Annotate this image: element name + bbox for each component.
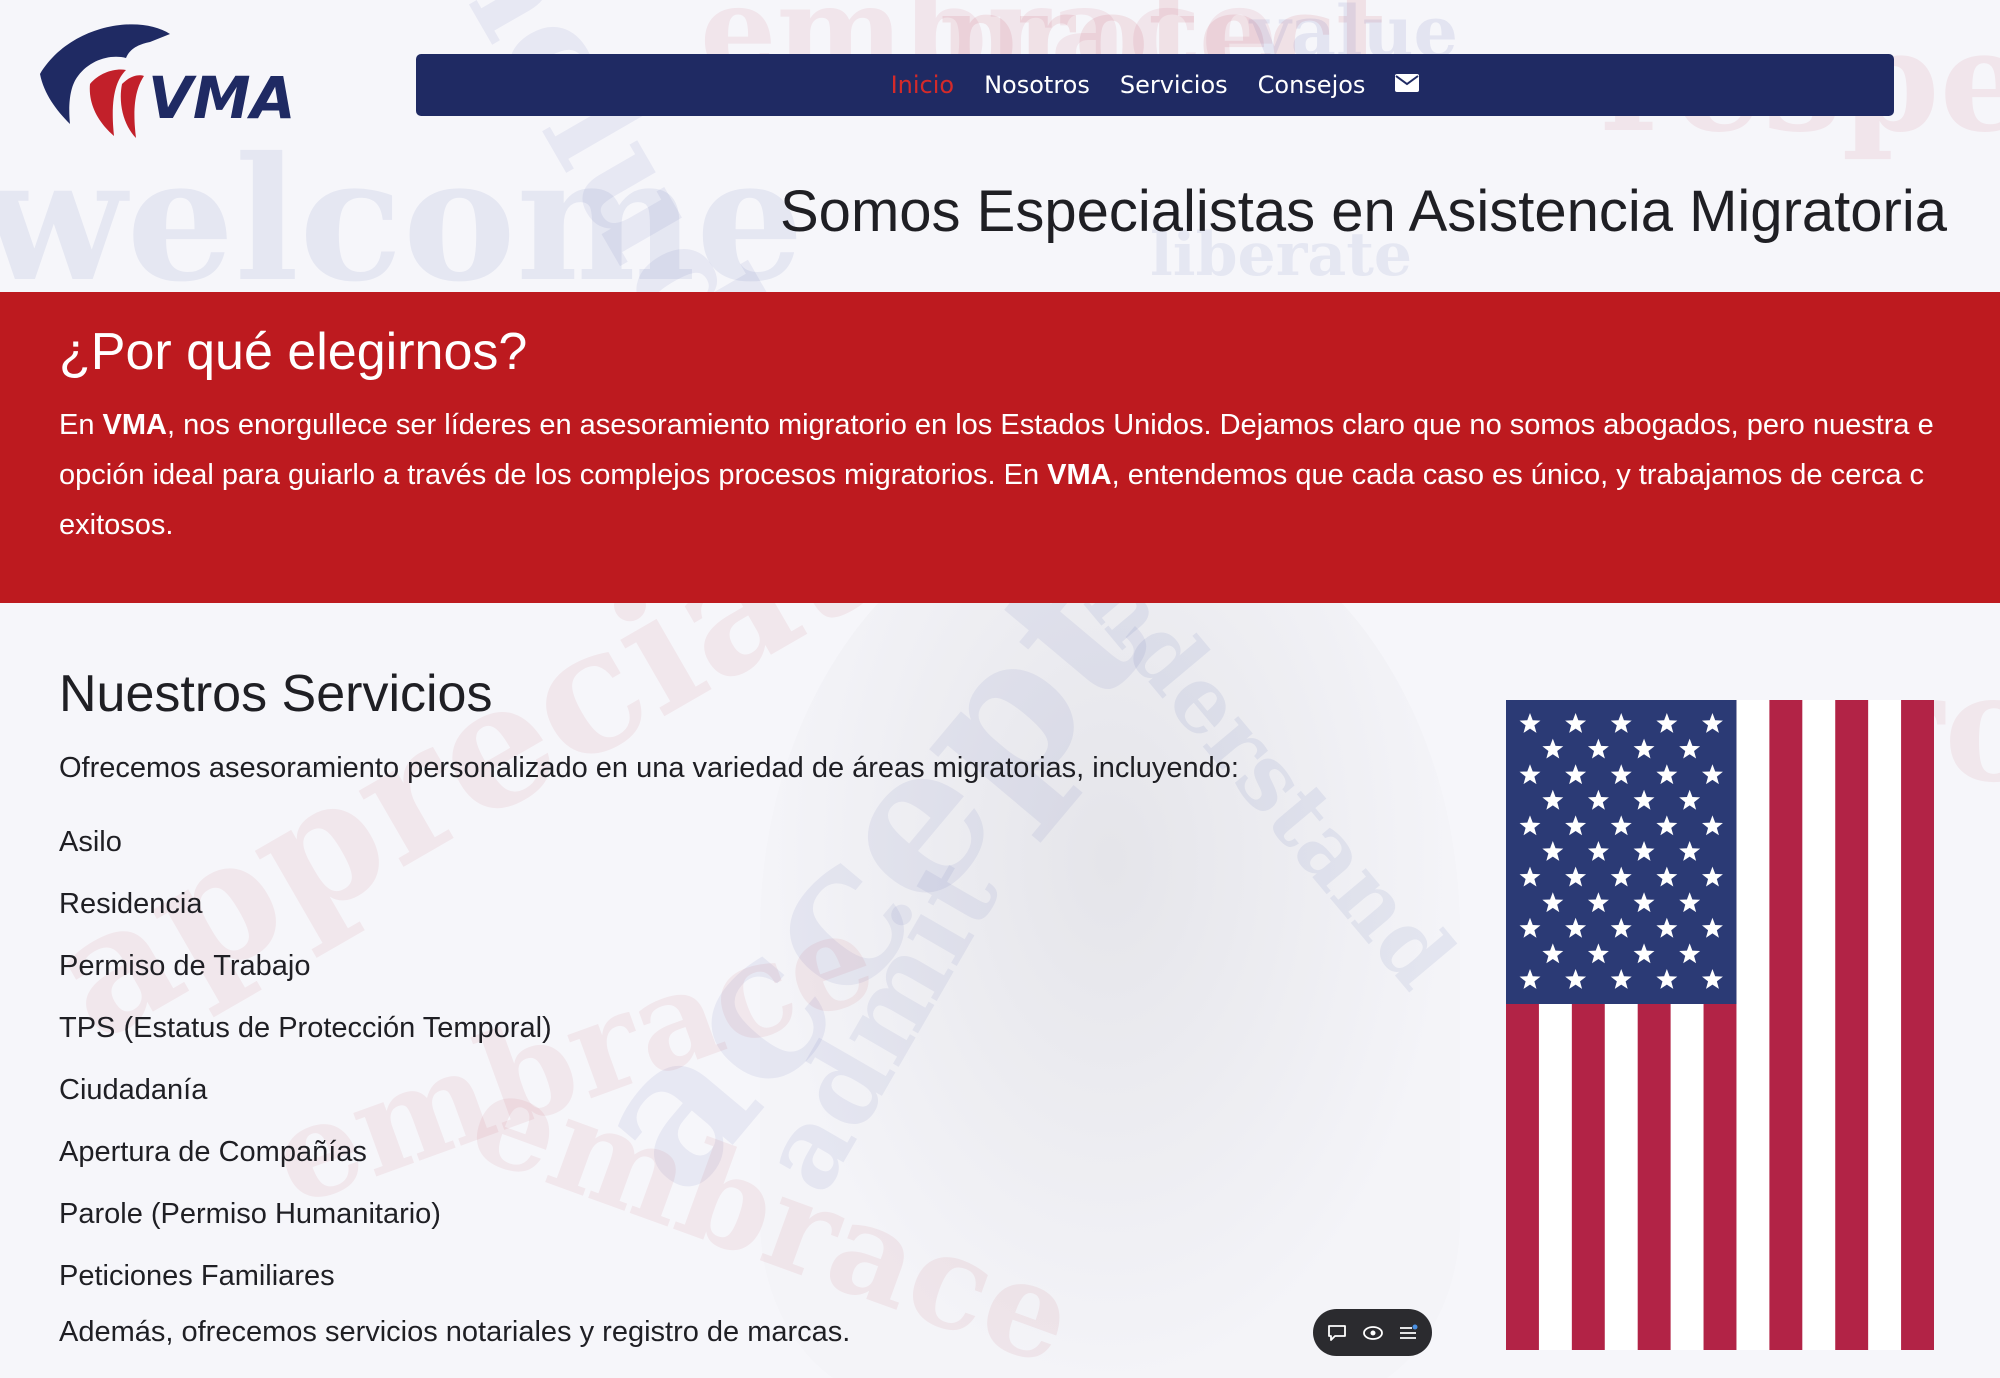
- text: En: [59, 409, 103, 441]
- text: opción ideal para guiarlo a través de lo…: [59, 459, 1048, 491]
- nav-item-nosotros[interactable]: Nosotros: [984, 71, 1090, 99]
- flag-stripe: [1769, 700, 1803, 1350]
- why-line-3: exitosos.: [59, 509, 174, 541]
- vma-logo[interactable]: VMA: [30, 14, 340, 154]
- why-line-2: opción ideal para guiarlo a través de lo…: [59, 450, 2000, 500]
- statue-of-liberty-image: [760, 500, 1460, 1378]
- service-item-apertura-companias: Apertura de Compañías: [59, 1136, 367, 1168]
- svg-text:VMA: VMA: [148, 64, 296, 132]
- services-intro: Ofrecemos asesoramiento personalizado en…: [59, 752, 1239, 784]
- nav-item-servicios[interactable]: Servicios: [1120, 71, 1228, 99]
- page-title: Somos Especialistas en Asistencia Migrat…: [780, 179, 1947, 244]
- why-line-1: En VMA, nos enorgullece ser líderes en a…: [59, 400, 2000, 450]
- bg-word: admit: [733, 837, 1024, 1212]
- chat-icon[interactable]: [1326, 1322, 1348, 1344]
- service-item-peticiones-familiares: Peticiones Familiares: [59, 1260, 335, 1292]
- envelope-icon[interactable]: [1395, 71, 1420, 99]
- services-heading: Nuestros Servicios: [59, 665, 493, 723]
- service-item-parole: Parole (Permiso Humanitario): [59, 1198, 441, 1230]
- main-navbar: Inicio Nosotros Servicios Consejos: [416, 54, 1894, 116]
- service-item-residencia: Residencia: [59, 888, 203, 920]
- nav-item-inicio[interactable]: Inicio: [891, 71, 955, 99]
- services-list: Asilo Residencia Permiso de Trabajo TPS …: [59, 820, 552, 1316]
- text: , entendemos que cada caso es único, y t…: [1111, 459, 1925, 491]
- flag-stripe: [1901, 700, 1934, 1350]
- flag-canton: [1506, 700, 1737, 1004]
- nav-item-consejos[interactable]: Consejos: [1258, 71, 1366, 99]
- us-flag-image: [1506, 700, 1934, 1350]
- brand-emphasis: VMA: [102, 409, 167, 441]
- why-paragraph: En VMA, nos enorgullece ser líderes en a…: [59, 400, 2000, 550]
- service-item-tps: TPS (Estatus de Protección Temporal): [59, 1012, 552, 1044]
- why-choose-us-section: ¿Por qué elegirnos? En VMA, nos enorgull…: [0, 292, 2000, 603]
- services-section: Nuestros Servicios Ofrecemos asesoramien…: [59, 664, 1239, 1348]
- eye-icon[interactable]: [1362, 1322, 1384, 1344]
- text: , nos enorgullece ser líderes en asesora…: [166, 409, 1934, 441]
- brand-emphasis: VMA: [1047, 459, 1112, 491]
- service-item-permiso-trabajo: Permiso de Trabajo: [59, 950, 311, 982]
- service-item-ciudadania: Ciudadanía: [59, 1074, 208, 1106]
- list-icon[interactable]: [1397, 1322, 1419, 1344]
- why-heading: ¿Por qué elegirnos?: [59, 323, 528, 381]
- bg-word: accept: [540, 521, 1192, 1234]
- service-item-asilo: Asilo: [59, 826, 122, 858]
- floating-toolbar: [1313, 1309, 1432, 1356]
- services-extra-note: Además, ofrecemos servicios notariales y…: [59, 1316, 851, 1348]
- flag-stripe: [1835, 700, 1869, 1350]
